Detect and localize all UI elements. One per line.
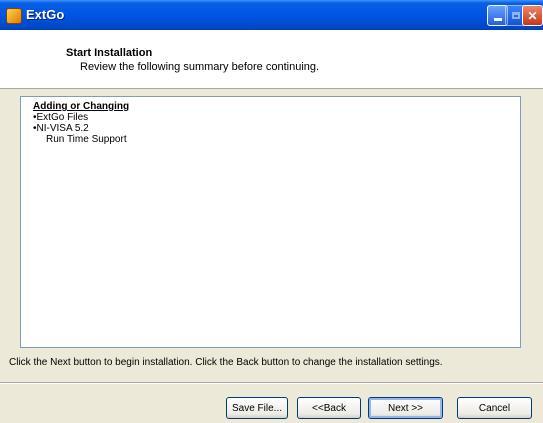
close-icon: ✕	[527, 8, 538, 23]
app-icon	[6, 8, 22, 24]
wizard-header: Start Installation Review the following …	[0, 30, 543, 89]
summary-line: Run Time Support	[46, 134, 127, 145]
title-bar[interactable]: ExtGo ✕	[0, 0, 543, 30]
instruction-text: Click the Next button to begin installat…	[9, 357, 443, 368]
divider	[0, 382, 543, 384]
maximize-icon	[511, 12, 520, 19]
installer-window: ExtGo ✕ Start Installation Review the fo…	[0, 0, 543, 423]
cancel-button[interactable]: Cancel	[457, 397, 532, 419]
page-subtitle: Review the following summary before cont…	[80, 61, 320, 73]
page-title: Start Installation	[66, 47, 153, 59]
close-button[interactable]: ✕	[522, 5, 543, 26]
summary-line: •NI-VISA 5.2	[33, 123, 89, 134]
minimize-icon	[493, 18, 502, 21]
next-button[interactable]: Next >>	[368, 397, 443, 419]
window-title: ExtGo	[26, 7, 65, 22]
back-button[interactable]: <<Back	[297, 397, 361, 419]
summary-heading: Adding or Changing	[33, 101, 130, 112]
save-file-button[interactable]: Save File...	[226, 397, 288, 419]
summary-box[interactable]: Adding or Changing •ExtGo Files •NI-VISA…	[20, 96, 521, 348]
summary-line: •ExtGo Files	[33, 112, 89, 123]
